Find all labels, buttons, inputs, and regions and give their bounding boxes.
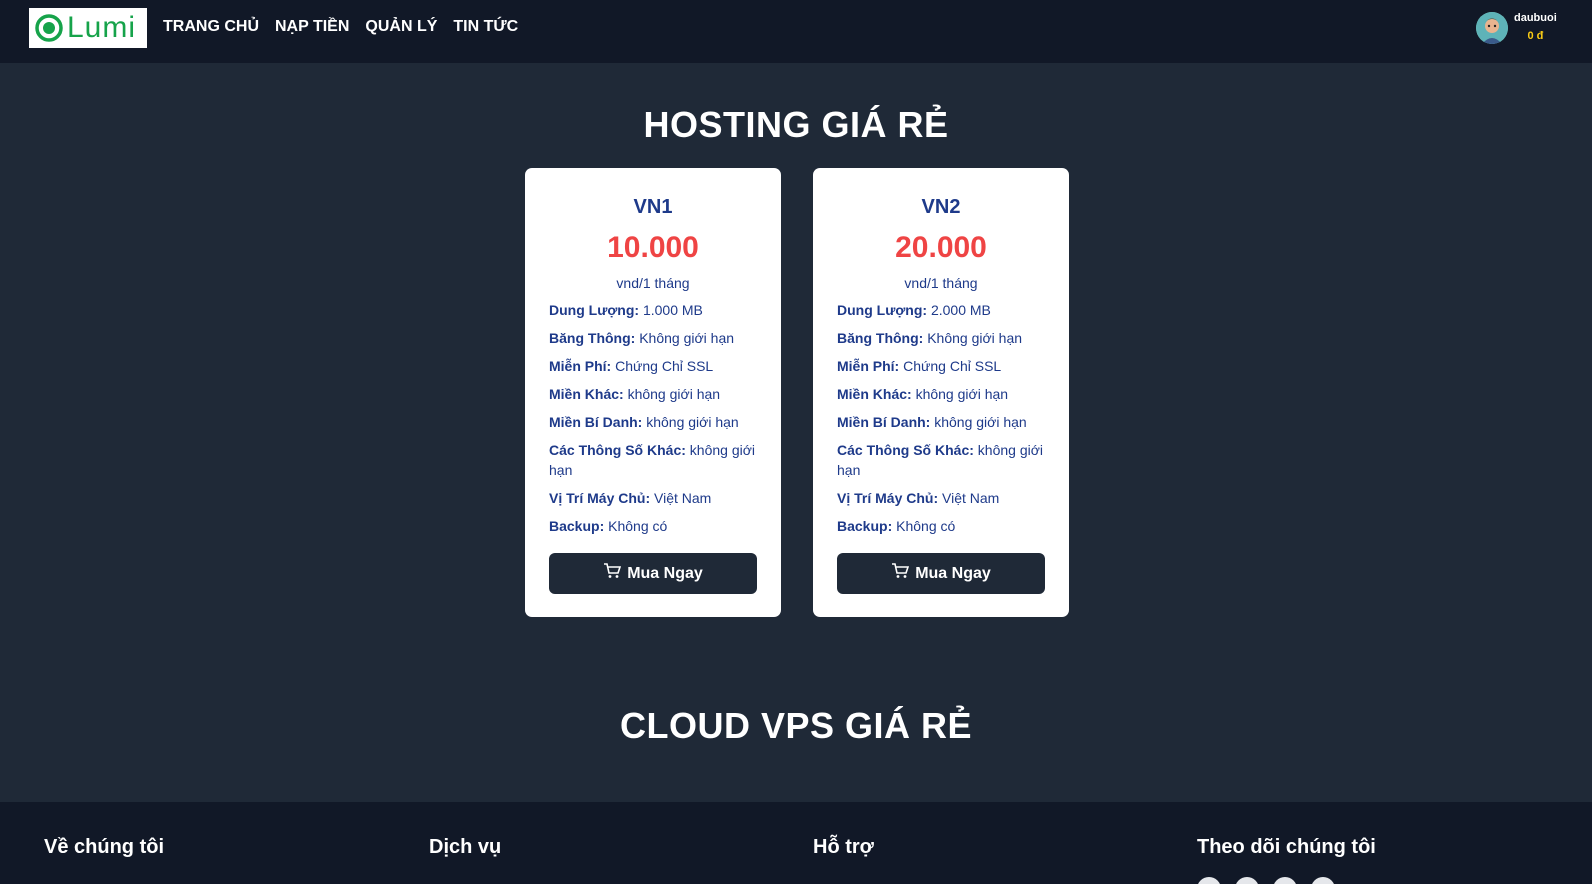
- user-balance: 0 đ: [1527, 30, 1544, 42]
- spec-row: Vị Trí Máy Chủ: Việt Nam: [549, 490, 712, 506]
- social-icon[interactable]: [1311, 877, 1335, 884]
- vps-section-title: CLOUD VPS GIÁ RẺ: [619, 705, 973, 746]
- username: daubuoi: [1514, 12, 1557, 24]
- plan-price: 20.000: [895, 231, 987, 264]
- plan-price: 10.000: [607, 231, 699, 264]
- nav-quan-ly[interactable]: QUẢN LÝ: [365, 18, 437, 36]
- spec-row: Miền Khác: không giới hạn: [837, 386, 1009, 402]
- spec-row: Dung Lượng: 1.000 MB: [549, 302, 703, 318]
- spec-row: Miễn Phí: Chứng Chỉ SSL: [837, 358, 1002, 374]
- user-info: daubuoi 0 đ: [1514, 11, 1557, 44]
- spec-row: Vị Trí Máy Chủ: Việt Nam: [837, 490, 1000, 506]
- footer-heading-about: Về chúng tôi: [44, 836, 164, 858]
- buy-now-button[interactable]: Mua Ngay: [549, 553, 757, 594]
- spec-row: Băng Thông: Không giới hạn: [549, 330, 735, 346]
- spec-row: Các Thông Số Khác: không giới hạn: [837, 442, 1044, 478]
- hosting-section-title: HOSTING GIÁ RẺ: [643, 104, 949, 145]
- top-header: Lumi TRANG CHỦ NẠP TIỀN QUẢN LÝ TIN TỨC …: [0, 0, 1592, 63]
- footer-heading-services: Dịch vụ: [429, 836, 502, 858]
- plan-name: VN2: [921, 196, 961, 218]
- twitter-icon[interactable]: [1273, 877, 1297, 884]
- footer-heading-follow: Theo dõi chúng tôi: [1197, 836, 1376, 858]
- footer: Về chúng tôi Dịch vụ Hỗ trợ Theo dõi chú…: [0, 802, 1592, 884]
- user-avatar[interactable]: [1476, 12, 1508, 44]
- shopping-cart-icon: [604, 562, 622, 578]
- plan-card-vn1: VN1 10.000 vnd/1 tháng Dung Lượng: 1.000…: [525, 168, 781, 617]
- nav-nap-tien[interactable]: NẠP TIỀN: [275, 18, 349, 36]
- spec-row: Backup: Không có: [549, 518, 668, 534]
- spec-row: Miễn Phí: Chứng Chỉ SSL: [549, 358, 714, 374]
- footer-heading-support: Hỗ trợ: [813, 836, 874, 858]
- spec-row: Băng Thông: Không giới hạn: [837, 330, 1023, 346]
- buy-now-label: Mua Ngay: [915, 564, 991, 582]
- spec-row: Dung Lượng: 2.000 MB: [837, 302, 991, 318]
- spec-row: Miền Khác: không giới hạn: [549, 386, 721, 402]
- plan-unit: vnd/1 tháng: [904, 275, 978, 291]
- spec-row: Backup: Không có: [837, 518, 956, 534]
- spec-row: Miền Bí Danh: không giới hạn: [549, 414, 739, 430]
- spec-row: Miền Bí Danh: không giới hạn: [837, 414, 1027, 430]
- buy-now-button[interactable]: Mua Ngay: [837, 553, 1045, 594]
- plan-specs: Dung Lượng: 2.000 MB Băng Thông: Không g…: [837, 300, 1045, 536]
- logo-text: Lumi: [67, 11, 137, 44]
- buy-now-label: Mua Ngay: [627, 564, 703, 582]
- twitter-icon[interactable]: [1235, 877, 1259, 884]
- shopping-cart-icon: [892, 562, 910, 578]
- spec-row: Các Thông Số Khác: không giới hạn: [549, 442, 756, 478]
- facebook-icon[interactable]: [1197, 877, 1221, 884]
- nav-tin-tuc[interactable]: TIN TỨC: [453, 18, 518, 36]
- social-links: [1197, 877, 1335, 884]
- plan-card-vn2: VN2 20.000 vnd/1 tháng Dung Lượng: 2.000…: [813, 168, 1069, 617]
- site-logo[interactable]: Lumi: [29, 8, 147, 48]
- plan-name: VN1: [633, 196, 673, 218]
- plan-specs: Dung Lượng: 1.000 MB Băng Thông: Không g…: [549, 300, 757, 536]
- lumi-logo-icon: [35, 14, 63, 42]
- plan-unit: vnd/1 tháng: [616, 275, 690, 291]
- nav-trang-chu[interactable]: TRANG CHỦ: [163, 18, 259, 36]
- main-nav: TRANG CHỦ NẠP TIỀN QUẢN LÝ TIN TỨC: [163, 18, 518, 36]
- user-menu[interactable]: daubuoi 0 đ: [1476, 11, 1557, 44]
